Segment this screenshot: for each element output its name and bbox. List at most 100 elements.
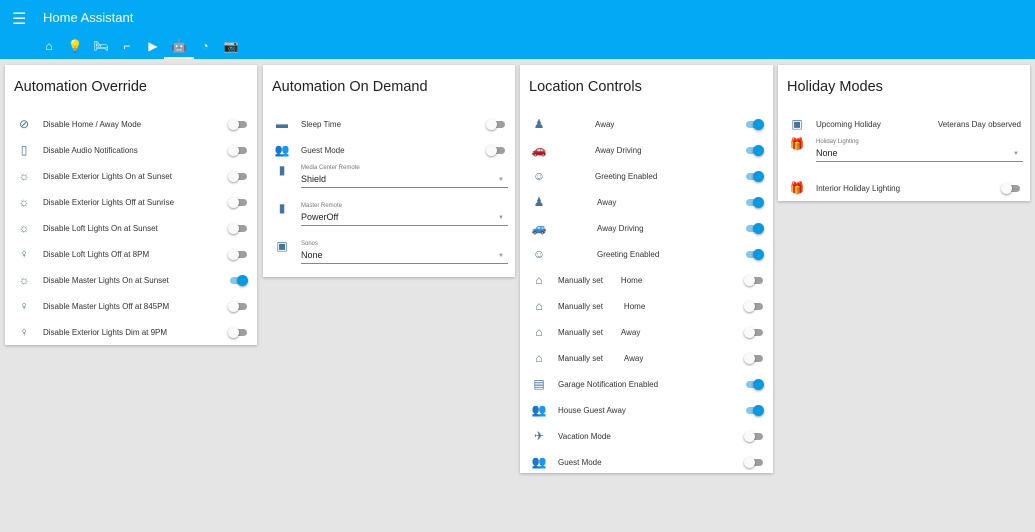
toggle-row[interactable]: ☺ Greeting Enabled: [520, 163, 773, 189]
toggle-row[interactable]: ♟ Away: [520, 189, 773, 215]
tab-gauge[interactable]: ◔: [192, 36, 218, 59]
toggle-row[interactable]: ✈ Vacation Mode: [520, 423, 773, 449]
app-header: ☰ Home Assistant ⌂ 💡 🛏 ⌐ ▶ 🤖 ◔ 📷: [0, 0, 1035, 59]
toggle-switch[interactable]: [744, 248, 764, 260]
gauge-icon: ◔: [201, 39, 209, 53]
row-label: Manually set: [558, 327, 603, 337]
toggle-switch[interactable]: [1001, 182, 1021, 194]
row-label: Away Driving: [595, 145, 642, 155]
toggle-switch[interactable]: [228, 196, 248, 208]
row-label: Disable Loft Lights Off at 8PM: [43, 249, 150, 259]
toggle-switch[interactable]: [228, 170, 248, 182]
row-label: Guest Mode: [301, 145, 345, 155]
toggle-switch[interactable]: [744, 378, 764, 390]
toggle-switch[interactable]: [744, 326, 764, 338]
toggle-switch[interactable]: [744, 352, 764, 364]
toggle-row[interactable]: ⌂ Manually set Away: [520, 319, 773, 345]
toggle-row[interactable]: 🚙 Away Driving: [520, 215, 773, 241]
gift-icon: 🎁: [789, 181, 805, 195]
tab-home[interactable]: ⌂: [36, 36, 62, 59]
toggle-row[interactable]: ♀ Disable Loft Lights Off at 8PM: [5, 241, 257, 267]
toggle-switch[interactable]: [744, 456, 764, 468]
toggle-row[interactable]: ♀ Disable Exterior Lights Dim at 9PM: [5, 319, 257, 345]
toggle-switch[interactable]: [744, 430, 764, 442]
toggle-knob: [753, 196, 764, 208]
tab-camera[interactable]: 📷: [218, 36, 244, 59]
toggle-row[interactable]: 🚗 Away Driving: [520, 137, 773, 163]
tab-bed[interactable]: 🛏: [88, 36, 114, 59]
select-row: ▣ Sonos None ▼: [263, 239, 515, 277]
toggle-row[interactable]: ⌂ Manually set Home: [520, 293, 773, 319]
toggle-row[interactable]: 👥 House Guest Away: [520, 397, 773, 423]
toggle-switch[interactable]: [228, 248, 248, 260]
dropdown[interactable]: Master Remote PowerOff ▼: [301, 201, 508, 226]
toggle-knob: [228, 300, 239, 312]
toggle-row[interactable]: 👥 Guest Mode: [263, 137, 515, 163]
toggle-row[interactable]: 👥 Guest Mode: [520, 449, 773, 475]
toggle-row[interactable]: ☼ Disable Master Lights On at Sunset: [5, 267, 257, 293]
toggle-switch[interactable]: [228, 222, 248, 234]
toggle-knob: [237, 274, 248, 286]
view-tabs: ⌂ 💡 🛏 ⌐ ▶ 🤖 ◔ 📷: [36, 36, 244, 59]
toggle-row[interactable]: ☼ Disable Exterior Lights On at Sunset: [5, 163, 257, 189]
dropdown[interactable]: Media Center Remote Shield ▼: [301, 163, 508, 188]
row-label: House Guest Away: [558, 405, 626, 415]
toggle-switch[interactable]: [744, 404, 764, 416]
toggle-switch[interactable]: [228, 300, 248, 312]
toggle-knob: [228, 248, 239, 260]
toggle-row[interactable]: ♟ Away: [520, 111, 773, 137]
row-label: Away: [595, 119, 615, 129]
stairs-icon: ⌐: [123, 39, 131, 53]
menu-icon[interactable]: ☰: [12, 9, 26, 29]
toggle-switch[interactable]: [228, 274, 248, 286]
card-automation-override: Automation Override ⊘ Disable Home / Away …: [5, 65, 257, 345]
tab-lightbulb[interactable]: 💡: [62, 36, 88, 59]
toggle-switch[interactable]: [744, 170, 764, 182]
toggle-row[interactable]: ▤ Garage Notification Enabled: [520, 371, 773, 397]
toggle-switch[interactable]: [228, 144, 248, 156]
toggle-switch[interactable]: [228, 118, 248, 130]
toggle-row[interactable]: ☺ Greeting Enabled: [520, 241, 773, 267]
row-label: Away Driving: [597, 223, 644, 233]
toggle-knob: [753, 144, 764, 156]
toggle-row[interactable]: ☼ Disable Exterior Lights Off at Sunrise: [5, 189, 257, 215]
toggle-switch[interactable]: [744, 118, 764, 130]
sunrise-icon: ☼: [18, 195, 30, 209]
row-label: Disable Master Lights On at Sunset: [43, 275, 169, 285]
toggle-switch[interactable]: [486, 118, 506, 130]
dropdown[interactable]: Holiday Lighting None ▼: [816, 137, 1023, 162]
toggle-row[interactable]: ☼ Disable Loft Lights On at Sunset: [5, 215, 257, 241]
toggle-switch[interactable]: [744, 196, 764, 208]
toggle-row[interactable]: ⌂ Manually set Home: [520, 267, 773, 293]
toggle-switch[interactable]: [744, 300, 764, 312]
toggle-knob: [228, 170, 239, 182]
toggle-row[interactable]: ⌂ Manually set Away: [520, 345, 773, 371]
sunset-icon: ☼: [18, 221, 30, 235]
toggle-switch[interactable]: [486, 144, 506, 156]
toggle-row[interactable]: ▯ Disable Audio Notifications: [5, 137, 257, 163]
toggle-row[interactable]: ♀ Disable Master Lights Off at 845PM: [5, 293, 257, 319]
toggle-switch[interactable]: [744, 222, 764, 234]
dropdown[interactable]: Sonos None ▼: [301, 239, 508, 264]
select-row: 🎁 Holiday Lighting None ▼: [778, 137, 1030, 175]
dropdown-value: PowerOff: [301, 212, 339, 222]
toggle-row[interactable]: ▬ Sleep Time: [263, 111, 515, 137]
toggle-row[interactable]: 🎁 Interior Holiday Lighting: [778, 175, 1030, 201]
toggle-knob: [744, 352, 755, 364]
toggle-switch[interactable]: [744, 144, 764, 156]
airplane-icon: ✈: [533, 429, 545, 443]
row-label: Disable Exterior Lights Dim at 9PM: [43, 327, 168, 337]
tab-robot[interactable]: 🤖: [164, 36, 194, 59]
toggle-row[interactable]: ▣ Upcoming Holiday Veterans Day observed: [778, 111, 1030, 137]
toggle-switch[interactable]: [228, 326, 248, 338]
card-title: Holiday Modes: [787, 79, 883, 95]
toggle-row[interactable]: ⊘ Disable Home / Away Mode: [5, 111, 257, 137]
camera-icon: 📷: [223, 39, 239, 53]
bed-icon: 🛏: [93, 39, 109, 53]
tab-stairs[interactable]: ⌐: [114, 36, 140, 59]
select-row: ▮ Master Remote PowerOff ▼: [263, 201, 515, 239]
people-icon: 👥: [274, 143, 290, 157]
tab-play-circle[interactable]: ▶: [140, 36, 166, 59]
people-icon: 👥: [531, 403, 547, 417]
toggle-switch[interactable]: [744, 274, 764, 286]
